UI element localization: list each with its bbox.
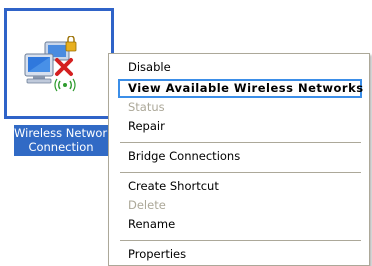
network-connection-icon [24, 36, 77, 92]
icon-label-line1: Wireless Network [14, 126, 108, 140]
icon-label-line2: Connection [28, 140, 94, 154]
menu-item-repair[interactable]: Repair [128, 118, 165, 135]
menu-separator [120, 240, 361, 241]
menu-item-status: Status [128, 100, 165, 114]
context-menu: Disable View Available Wireless Networks… [108, 53, 370, 266]
menu-item-view-available-wireless-networks[interactable]: View Available Wireless Networks [128, 80, 364, 97]
menu-item-create-shortcut[interactable]: Create Shortcut [128, 178, 219, 195]
desktop-icon-selection[interactable] [4, 8, 114, 119]
menu-item-rename[interactable]: Rename [128, 216, 175, 233]
menu-separator [120, 172, 361, 173]
menu-item-disable[interactable]: Disable [128, 59, 171, 76]
menu-item-bridge-connections[interactable]: Bridge Connections [128, 148, 240, 165]
menu-item-properties[interactable]: Properties [128, 246, 186, 263]
desktop-icon-label[interactable]: Wireless Network Connection [14, 125, 108, 156]
menu-separator [120, 142, 361, 143]
menu-item-delete: Delete [128, 198, 166, 212]
